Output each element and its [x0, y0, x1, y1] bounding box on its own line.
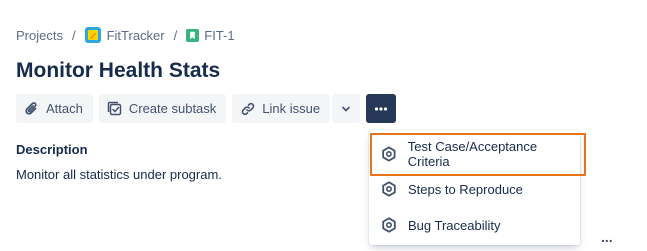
create-subtask-button[interactable]: Create subtask: [98, 94, 227, 123]
description-text[interactable]: Monitor all statistics under program.: [16, 167, 222, 182]
link-issue-dropdown-button[interactable]: [332, 94, 361, 123]
hexagon-icon: [382, 217, 396, 233]
issue-toolbar: Attach Create subtask Link issue: [16, 94, 402, 123]
description-heading: Description: [16, 142, 88, 157]
breadcrumb-separator: /: [173, 27, 178, 43]
breadcrumb-project[interactable]: FitTracker: [84, 27, 165, 43]
menu-item-label: Bug Traceability: [408, 217, 501, 233]
more-actions-button[interactable]: [366, 94, 397, 123]
more-actions-menu: Test Case/Acceptance Criteria Steps to R…: [369, 130, 580, 245]
story-icon: [186, 28, 200, 42]
breadcrumb-issue[interactable]: FIT-1: [186, 27, 235, 43]
link-icon: [242, 102, 255, 115]
hexagon-icon: [382, 181, 396, 197]
breadcrumb-issue-key: FIT-1: [204, 27, 235, 43]
menu-item-bug-traceability[interactable]: Bug Traceability: [369, 207, 580, 243]
attach-label: Attach: [46, 101, 83, 116]
link-issue-button[interactable]: Link issue: [232, 94, 331, 123]
menu-item-steps-to-reproduce[interactable]: Steps to Reproduce: [369, 171, 580, 207]
menu-item-label: Steps to Reproduce: [408, 181, 523, 197]
hexagon-icon: [382, 146, 396, 162]
create-subtask-label: Create subtask: [128, 101, 217, 116]
more-options-button[interactable]: ...: [601, 229, 613, 245]
breadcrumb-projects[interactable]: Projects: [16, 28, 63, 43]
more-dots-icon: [375, 106, 388, 111]
menu-item-label: Test Case/Acceptance Criteria: [407, 139, 538, 169]
attach-button[interactable]: Attach: [16, 94, 93, 123]
menu-item-test-case[interactable]: Test Case/Acceptance Criteria: [369, 136, 580, 172]
breadcrumb: Projects / FitTracker / FIT-1: [16, 26, 235, 44]
project-avatar-icon: [84, 27, 101, 43]
link-issue-label: Link issue: [262, 101, 321, 116]
breadcrumb-project-label: FitTracker: [106, 27, 165, 43]
chevron-down-icon: [342, 106, 350, 111]
issue-title[interactable]: Monitor Health Stats: [16, 59, 220, 83]
breadcrumb-separator: /: [71, 27, 76, 43]
paperclip-icon: [25, 101, 37, 115]
subtask-icon: [107, 101, 122, 115]
